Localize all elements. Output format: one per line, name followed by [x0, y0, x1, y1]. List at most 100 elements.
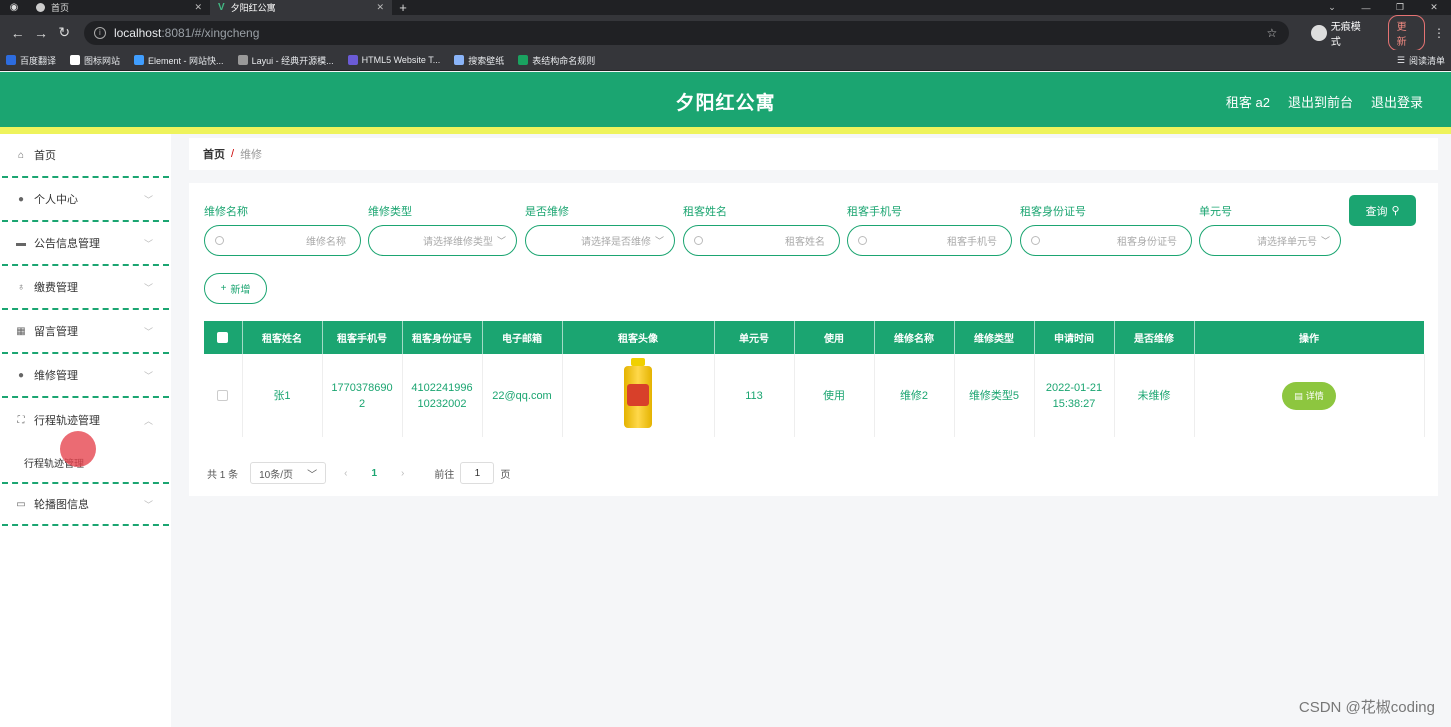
sidebar-item-repair[interactable]: ● 维修管理 ﹀	[2, 354, 169, 398]
cell-actions: ▤ 详情	[1194, 354, 1425, 437]
column-header: 租客头像	[562, 321, 715, 354]
logout-link[interactable]: 退出登录	[1371, 92, 1423, 111]
chevron-down-icon: ﹀	[1320, 236, 1330, 246]
back-icon[interactable]: ←	[6, 25, 29, 41]
more-icon[interactable]: ⋮	[1433, 26, 1445, 40]
home-icon: ⌂	[17, 149, 25, 161]
sidebar-item-label: 首页	[34, 150, 56, 162]
select-placeholder: 请选择是否维修	[580, 237, 651, 248]
bookmark-item[interactable]: 搜索壁纸	[454, 54, 504, 67]
chevron-up-icon: ︿	[143, 415, 153, 426]
cell-phone: 1770378690 2	[322, 354, 403, 437]
browser-tab-2[interactable]: V 夕阳红公寓 ✕	[210, 0, 392, 15]
reading-list[interactable]: ☰ 阅读清单	[1397, 54, 1445, 67]
sidebar-item-profile[interactable]: ● 个人中心 ﹀	[2, 178, 169, 222]
column-header: 租客姓名	[242, 321, 323, 354]
sidebar-item-messages[interactable]: ▦ 留言管理 ﹀	[2, 310, 169, 354]
bookmark-item[interactable]: HTML5 Website T...	[347, 55, 441, 65]
forward-icon[interactable]: →	[29, 25, 52, 41]
microphone-icon: ♁	[17, 281, 25, 293]
column-header: 租客身份证号	[402, 321, 483, 354]
chevron-down-icon: ﹀	[143, 194, 153, 205]
back-to-front-link[interactable]: 退出到前台	[1288, 92, 1353, 111]
query-button[interactable]: 查询 ⚲	[1349, 195, 1416, 226]
sidebar-item-payment[interactable]: ♁ 缴费管理 ﹀	[2, 266, 169, 310]
repair-name-input[interactable]: 维修名称	[204, 225, 361, 256]
is-repaired-select[interactable]: 请选择是否维修 ﹀	[525, 225, 675, 256]
column-header: 单元号	[714, 321, 795, 354]
reading-list-label: 阅读清单	[1408, 55, 1445, 66]
browser-tab-1[interactable]: 首页 ✕	[28, 0, 210, 15]
grid-icon: ▦	[16, 325, 26, 337]
filter-unit-no: 单元号 请选择单元号 ﹀	[1199, 203, 1341, 256]
input-placeholder: 租客身份证号	[1117, 237, 1177, 248]
browser-menu-icon[interactable]: ◉	[0, 0, 28, 15]
sidebar-item-home[interactable]: ⌂ 首页	[2, 134, 169, 178]
detail-button[interactable]: ▤ 详情	[1282, 381, 1336, 410]
goto-page-input[interactable]: 1	[460, 462, 495, 484]
input-placeholder: 租客姓名	[785, 237, 825, 248]
unit-no-select[interactable]: 请选择单元号 ﹀	[1199, 225, 1341, 256]
reload-icon[interactable]: ↻	[53, 24, 76, 41]
chevron-down-icon: ﹀	[143, 238, 153, 249]
vue-icon: V	[218, 2, 225, 13]
row-checkbox[interactable]	[217, 390, 229, 402]
window-controls: ⌄ — ❐ ✕	[1315, 0, 1451, 15]
bookmark-label: HTML5 Website T...	[361, 55, 441, 65]
tenant-id-input[interactable]: 租客身份证号	[1020, 225, 1192, 256]
bookmark-item[interactable]: Element - 网站快...	[134, 54, 224, 67]
browser-toolbar: ← → ↻ i localhost:8081/#/xingcheng ☆ 无痕模…	[0, 14, 1451, 51]
breadcrumb-home[interactable]: 首页	[203, 146, 225, 162]
chevron-down-icon: ﹀	[143, 370, 153, 381]
address-bar[interactable]: i localhost:8081/#/xingcheng ☆	[83, 20, 1290, 45]
repair-type-select[interactable]: 请选择维修类型 ﹀	[368, 225, 517, 256]
search-icon: ⚲	[1391, 205, 1400, 217]
star-icon[interactable]: ☆	[1267, 26, 1278, 40]
sidebar-item-notices[interactable]: ▬ 公告信息管理 ﹀	[2, 222, 169, 266]
current-page[interactable]: 1	[371, 468, 377, 479]
minimize-icon[interactable]: —	[1349, 0, 1383, 15]
tab-search-icon[interactable]: ⌄	[1315, 0, 1349, 15]
search-icon	[1031, 236, 1040, 245]
window-close-icon[interactable]: ✕	[1417, 0, 1451, 15]
prev-page-icon[interactable]: ‹	[344, 468, 347, 479]
incognito-indicator[interactable]: 无痕模式	[1311, 18, 1369, 48]
bookmark-label: 图标网站	[84, 55, 121, 66]
next-page-icon[interactable]: ›	[401, 468, 404, 479]
input-placeholder: 租客手机号	[947, 237, 997, 248]
column-header: 维修类型	[954, 321, 1035, 354]
page-size-select[interactable]: 10条/页 ﹀	[250, 462, 327, 484]
close-icon[interactable]: ✕	[194, 2, 202, 13]
url-host: localhost	[113, 25, 162, 40]
select-all-checkbox[interactable]	[217, 331, 229, 343]
add-button[interactable]: + 新增	[204, 273, 267, 304]
pagination: 共 1 条 10条/页 ﹀ ‹ 1 › 前往 1 页	[207, 462, 510, 484]
column-header: 维修名称	[874, 321, 955, 354]
user-icon: ●	[17, 369, 25, 381]
close-icon[interactable]: ✕	[376, 2, 384, 13]
chevron-down-icon: ﹀	[143, 499, 153, 510]
chevron-down-icon: ﹀	[143, 282, 153, 293]
sidebar-item-carousel[interactable]: ▭ 轮播图信息 ﹀	[2, 482, 169, 526]
restore-icon[interactable]: ❐	[1383, 0, 1417, 15]
update-button[interactable]: 更新	[1387, 14, 1425, 51]
column-header: 申请时间	[1034, 321, 1115, 354]
table-header-row: 租客姓名 租客手机号 租客身份证号 电子邮箱 租客头像 单元号 使用 维修名称 …	[204, 321, 1425, 354]
goto-label: 前往	[434, 469, 455, 481]
cell-phone-line1: 1770378690	[331, 381, 393, 394]
sidebar-item-label: 行程轨迹管理	[34, 415, 100, 427]
cell-id-line1: 4102241996	[411, 381, 473, 394]
filter-label: 是否维修	[525, 206, 569, 218]
tenant-phone-input[interactable]: 租客手机号	[847, 225, 1012, 256]
column-header: 操作	[1194, 321, 1425, 354]
cell-name: 张1	[242, 354, 323, 437]
query-label: 查询	[1365, 205, 1388, 218]
bookmark-item[interactable]: 表结构命名规则	[518, 54, 595, 67]
tenant-name-input[interactable]: 租客姓名	[683, 225, 840, 256]
bookmark-item[interactable]: Layui - 经典开源模...	[237, 54, 334, 67]
url-path: :8081/#/xingcheng	[161, 25, 260, 40]
bookmark-item[interactable]: 图标网站	[70, 54, 120, 67]
bookmark-item[interactable]: 百度翻译	[6, 54, 56, 67]
new-tab-button[interactable]: +	[392, 0, 414, 15]
info-icon[interactable]: i	[93, 26, 106, 39]
